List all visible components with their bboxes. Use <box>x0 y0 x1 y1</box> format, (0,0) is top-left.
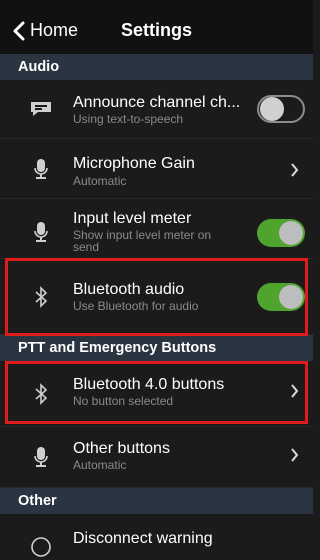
section-header-audio: Audio <box>0 54 313 80</box>
announce-channel-row[interactable]: Announce channel ch... Using text-to-spe… <box>0 80 313 139</box>
chevron-right-icon <box>291 448 299 462</box>
row-subtitle: Automatic <box>73 174 127 188</box>
bluetooth-buttons-highlight <box>5 361 308 424</box>
row-subtitle: Using text-to-speech <box>73 112 184 126</box>
warning-icon <box>28 534 54 560</box>
row-title: Input level meter <box>73 210 192 227</box>
row-title: Microphone Gain <box>73 155 195 172</box>
nav-bar: Home Settings <box>0 0 313 54</box>
input-level-meter-row[interactable]: Input level meter Show input level meter… <box>0 199 313 259</box>
row-title: Disconnect warning <box>73 530 213 547</box>
other-buttons-row[interactable]: Other buttons Automatic <box>0 427 313 488</box>
microphone-gain-row[interactable]: Microphone Gain Automatic <box>0 139 313 199</box>
bluetooth-audio-highlight <box>5 258 308 336</box>
section-header-ptt: PTT and Emergency Buttons <box>0 335 313 361</box>
microphone-icon <box>28 444 54 470</box>
chevron-right-icon <box>291 163 299 177</box>
microphone-icon <box>28 156 54 182</box>
row-subtitle: Show input level meter on send <box>73 228 212 254</box>
input-level-meter-toggle[interactable] <box>257 219 305 247</box>
page-title: Settings <box>120 20 192 40</box>
toggle-knob <box>260 97 284 121</box>
row-title: Other buttons <box>73 440 170 457</box>
disconnect-warning-row[interactable]: Disconnect warning <box>0 514 313 557</box>
row-subtitle: Automatic <box>73 458 127 472</box>
toggle-knob <box>279 221 303 245</box>
row-title: Announce channel ch... <box>73 94 241 111</box>
speech-bubble-icon <box>28 96 54 122</box>
section-header-other: Other <box>0 488 313 514</box>
announce-channel-toggle[interactable] <box>257 95 305 123</box>
microphone-icon <box>28 219 54 245</box>
